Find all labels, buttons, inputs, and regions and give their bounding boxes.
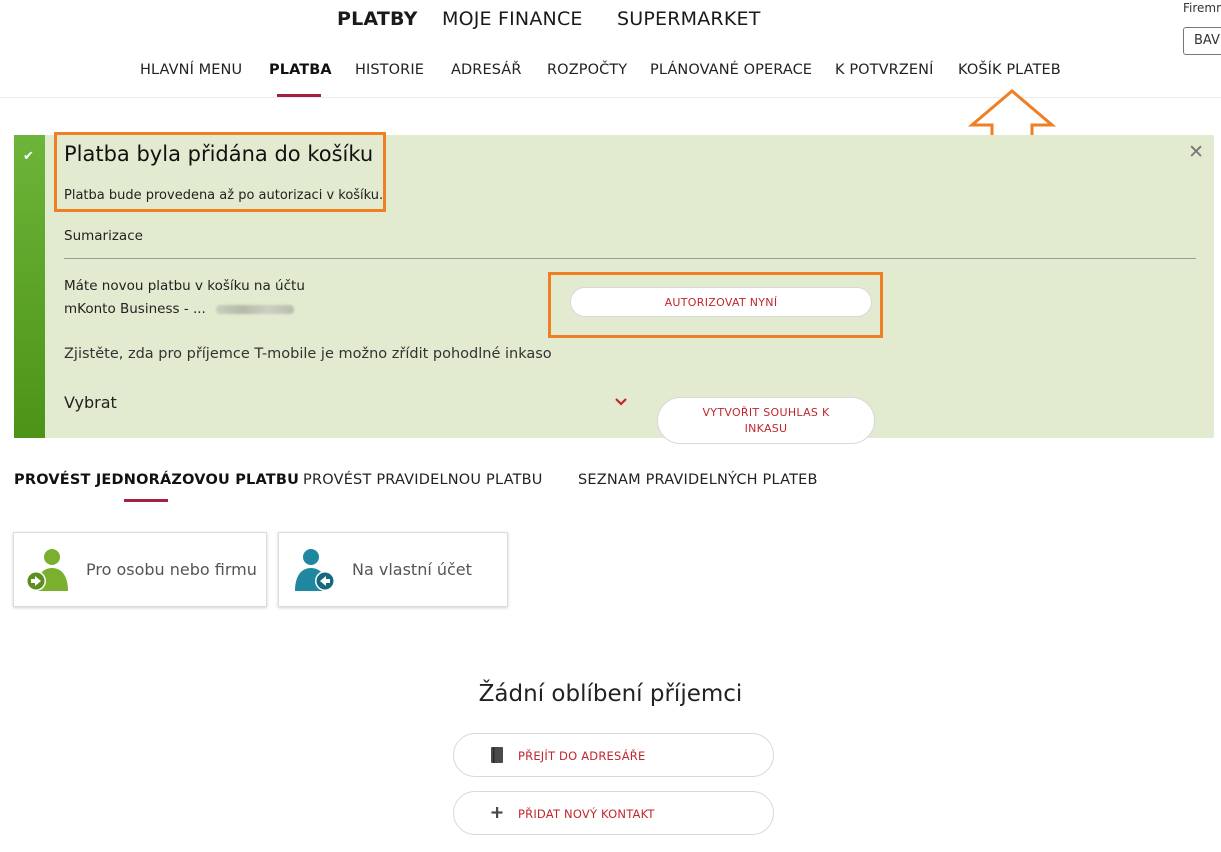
- main-tab-moje-finance[interactable]: MOJE FINANCE: [442, 8, 583, 30]
- consent-button-line2: INKASU: [744, 422, 788, 435]
- consent-button-line1: VYTVOŘIT SOUHLAS K: [702, 406, 830, 419]
- subnav-item-kosik-plateb[interactable]: KOŠÍK PLATEB: [958, 62, 1061, 78]
- cart-info: Máte novou platbu v košíku na účtu mKont…: [64, 275, 305, 321]
- card-own-account[interactable]: Na vlastní účet: [278, 532, 508, 607]
- subnav-item-hlavni-menu[interactable]: HLAVNÍ MENU: [140, 62, 242, 78]
- authorize-now-button[interactable]: AUTORIZOVAT NYNÍ: [570, 287, 872, 317]
- subnav-item-planovane-operace[interactable]: PLÁNOVANÉ OPERACE: [650, 62, 812, 78]
- direct-debit-hint: Zjistěte, zda pro příjemce T-mobile je m…: [64, 346, 552, 362]
- alert-description: Platba bude provedena až po autorizaci v…: [64, 188, 384, 203]
- card-person-or-company[interactable]: Pro osobu nebo firmu: [13, 532, 267, 607]
- check-icon: ✔: [23, 149, 34, 164]
- main-tab-supermarket[interactable]: SUPERMARKET: [617, 8, 761, 30]
- tab-recurring-payment[interactable]: PROVÉST PRAVIDELNOU PLATBU: [303, 472, 543, 488]
- summary-divider: [64, 258, 1196, 259]
- book-icon: [491, 747, 503, 763]
- card-label: Pro osobu nebo firmu: [86, 560, 257, 579]
- corner-button[interactable]: BAV: [1183, 27, 1221, 55]
- plus-icon: [491, 807, 503, 818]
- subnav-item-rozpocty[interactable]: ROZPOČTY: [547, 62, 627, 78]
- subnav-item-historie[interactable]: HISTORIE: [355, 62, 424, 78]
- cart-info-line1: Máte novou platbu v košíku na účtu: [64, 278, 305, 294]
- add-new-contact-button[interactable]: PŘIDAT NOVÝ KONTAKT: [453, 791, 774, 835]
- page: PLATBY MOJE FINANCE SUPERMARKET Firemní …: [0, 0, 1221, 852]
- subnav-item-platba[interactable]: PLATBA: [269, 62, 332, 78]
- subnav-item-adresar[interactable]: ADRESÁŘ: [451, 62, 522, 78]
- main-tab-platby[interactable]: PLATBY: [337, 8, 418, 30]
- tab-recurring-payments-list[interactable]: SEZNAM PRAVIDELNÝCH PLATEB: [578, 472, 818, 488]
- button-label: PŘIDAT NOVÝ KONTAKT: [518, 807, 655, 821]
- active-payment-tab-indicator: [124, 499, 168, 502]
- blurred-account-number: [215, 304, 294, 314]
- create-direct-debit-consent-button[interactable]: VYTVOŘIT SOUHLAS K INKASU: [657, 397, 875, 444]
- direct-debit-select[interactable]: Vybrat: [64, 391, 630, 417]
- corner-label: Firemní: [1183, 1, 1221, 15]
- summary-label: Sumarizace: [64, 228, 143, 244]
- active-subnav-indicator: [277, 94, 321, 97]
- success-alert: ✔ ✕ Platba byla přidána do košíku Platba…: [14, 132, 1214, 444]
- card-label: Na vlastní účet: [352, 560, 472, 579]
- main-nav: PLATBY MOJE FINANCE SUPERMARKET Firemní …: [0, 1, 1221, 55]
- chevron-down-icon: [615, 398, 627, 406]
- go-to-address-book-button[interactable]: PŘEJÍT DO ADRESÁŘE: [453, 733, 774, 777]
- tab-one-time-payment[interactable]: PROVÉST JEDNORÁZOVOU PLATBU: [14, 472, 299, 488]
- account-name: mKonto Business - ...: [64, 301, 206, 317]
- payment-tabs: PROVÉST JEDNORÁZOVOU PLATBU PROVÉST PRAV…: [0, 472, 1221, 506]
- person-arrow-right-icon: [26, 549, 68, 591]
- person-arrow-left-icon: [295, 549, 335, 591]
- close-icon[interactable]: ✕: [1188, 141, 1204, 163]
- subnav-item-k-potvrzeni[interactable]: K POTVRZENÍ: [835, 62, 933, 78]
- alert-title: Platba byla přidána do košíku: [64, 142, 374, 166]
- alert-status-stripe: ✔: [14, 135, 45, 438]
- no-favorites-title: Žádní oblíbení příjemci: [478, 681, 743, 707]
- select-value: Vybrat: [64, 393, 117, 412]
- cart-info-line2: mKonto Business - ...: [64, 298, 305, 321]
- button-label: PŘEJÍT DO ADRESÁŘE: [518, 749, 646, 763]
